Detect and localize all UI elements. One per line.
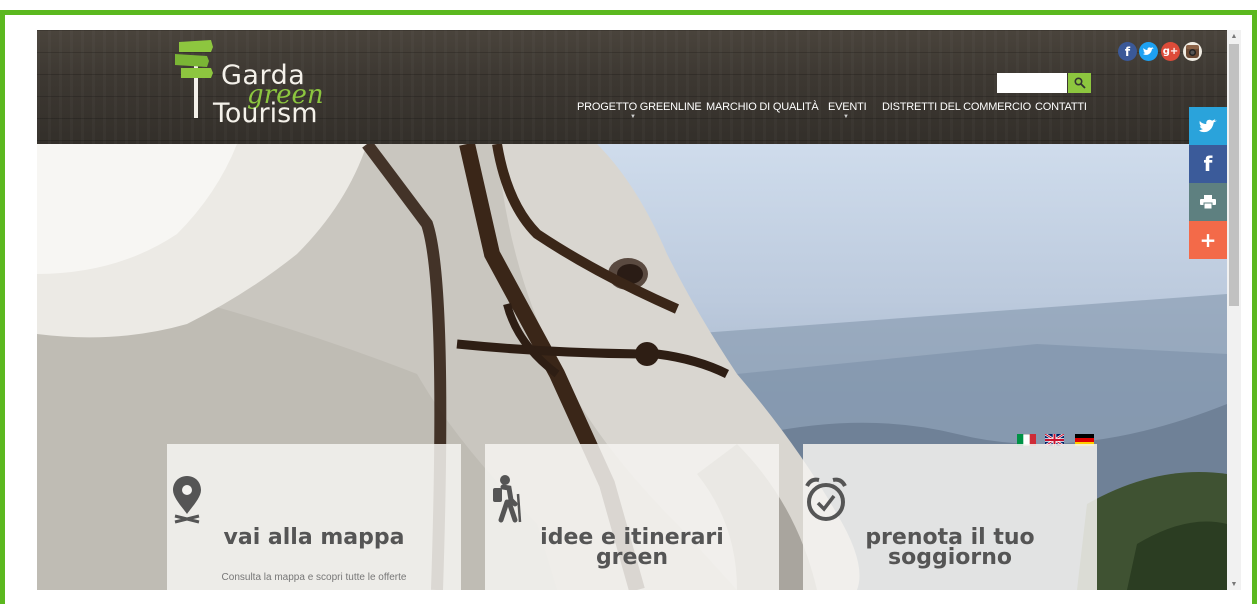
google-plus-icon[interactable]: g+ [1161, 42, 1180, 61]
share-bar: f + [1189, 107, 1227, 259]
card-title-line2: soggiorno [888, 545, 1012, 570]
print-button[interactable] [1189, 183, 1227, 221]
site-header: Garda green Tourism PROGETTO GREENLINE ▼… [37, 30, 1227, 146]
nav-item-distretti-del-commercio[interactable]: DISTRETTI DEL COMMERCIO [882, 101, 1031, 113]
nav-item-marchio-di-qualita[interactable]: MARCHIO DI QUALITÀ [706, 101, 819, 113]
facebook-icon[interactable]: f [1118, 42, 1137, 61]
card-description: Consulta la mappa e scopri tutte le offe… [221, 572, 407, 583]
share-more-button[interactable]: + [1189, 221, 1227, 259]
card-itineraries[interactable]: idee e itinerari green [485, 444, 779, 590]
twitter-icon [1199, 118, 1217, 132]
share-twitter-button[interactable] [1189, 107, 1227, 145]
alarm-clock-icon [803, 474, 1097, 524]
logo[interactable]: Garda green Tourism [173, 38, 343, 134]
hero-image: vai alla mappa Consulta la mappa e scopr… [37, 144, 1227, 590]
scroll-up-icon[interactable]: ▲ [1227, 30, 1241, 42]
print-icon [1200, 195, 1216, 209]
page-viewport: Garda green Tourism PROGETTO GREENLINE ▼… [37, 30, 1227, 590]
search-input[interactable] [997, 73, 1067, 93]
nav-item-contatti[interactable]: CONTATTI [1035, 101, 1087, 113]
nav-item-eventi[interactable]: EVENTI [828, 101, 867, 113]
map-pin-icon [167, 474, 461, 524]
card-title-line2: green [595, 545, 669, 570]
twitter-icon[interactable] [1139, 42, 1158, 61]
scrollbar[interactable]: ▲ ▼ [1227, 30, 1241, 590]
chevron-down-icon: ▼ [630, 114, 636, 120]
search-icon [1073, 77, 1086, 89]
facebook-icon: f [1203, 152, 1213, 176]
card-title: vai alla mappa [223, 525, 405, 550]
card-title: prenota il tuo soggiorno [803, 527, 1097, 570]
plus-icon: + [1199, 228, 1217, 252]
search-button[interactable] [1068, 73, 1091, 93]
share-facebook-button[interactable]: f [1189, 145, 1227, 183]
card-map[interactable]: vai alla mappa Consulta la mappa e scopr… [167, 444, 461, 590]
instagram-icon[interactable] [1183, 42, 1202, 61]
scroll-thumb[interactable] [1229, 44, 1239, 306]
scroll-down-icon[interactable]: ▼ [1227, 578, 1241, 590]
nav-item-progetto-greenline[interactable]: PROGETTO GREENLINE [577, 101, 702, 113]
chevron-down-icon: ▼ [843, 114, 849, 120]
logo-text-tourism: Tourism [213, 98, 318, 129]
card-title: idee e itinerari green [485, 527, 779, 570]
hiker-icon [485, 474, 779, 524]
card-booking[interactable]: prenota il tuo soggiorno [803, 444, 1097, 590]
